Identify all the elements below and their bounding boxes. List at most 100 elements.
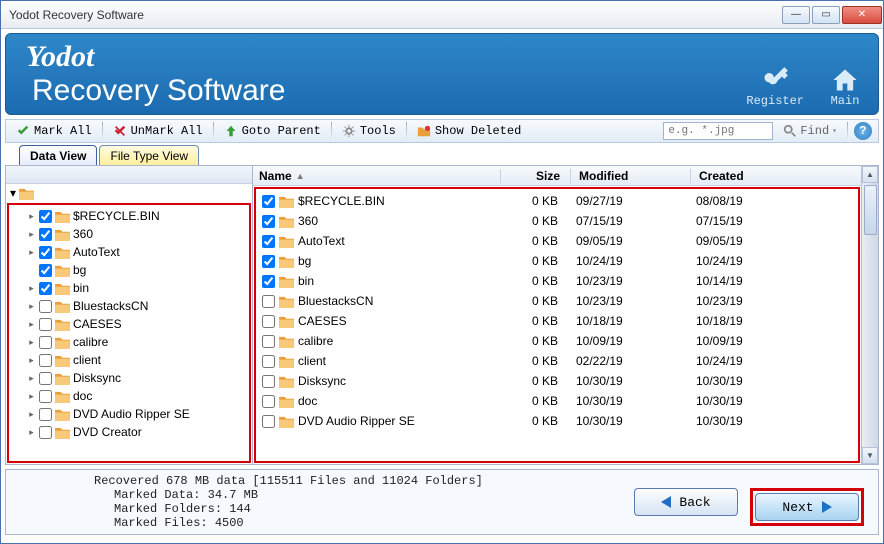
scroll-thumb[interactable] bbox=[864, 185, 877, 235]
list-checkbox[interactable] bbox=[262, 215, 275, 228]
expand-icon[interactable]: ▸ bbox=[27, 248, 36, 257]
list-item-created: 10/24/19 bbox=[688, 354, 858, 368]
expand-icon[interactable]: ▸ bbox=[27, 374, 36, 383]
tab-file-type-view[interactable]: File Type View bbox=[99, 145, 199, 165]
expand-icon[interactable]: ▸ bbox=[27, 410, 36, 419]
list-item-size: 0 KB bbox=[498, 334, 568, 348]
expand-icon[interactable]: ▸ bbox=[27, 428, 36, 437]
tree-checkbox[interactable] bbox=[39, 300, 52, 313]
window-controls: — ▭ ✕ bbox=[781, 4, 883, 26]
list-checkbox[interactable] bbox=[262, 235, 275, 248]
column-size[interactable]: Size bbox=[501, 169, 571, 183]
tree-item[interactable]: ▸CAESES bbox=[13, 315, 245, 333]
list-row[interactable]: bin0 KB10/23/1910/14/19 bbox=[256, 271, 858, 291]
back-button[interactable]: Back bbox=[634, 488, 738, 516]
tree-checkbox[interactable] bbox=[39, 210, 52, 223]
help-button[interactable]: ? bbox=[854, 122, 872, 140]
tree-item-label: calibre bbox=[73, 335, 108, 349]
list-checkbox[interactable] bbox=[262, 395, 275, 408]
list-checkbox[interactable] bbox=[262, 355, 275, 368]
list-checkbox[interactable] bbox=[262, 375, 275, 388]
expand-icon[interactable]: ▸ bbox=[27, 230, 36, 239]
tree-item[interactable]: ▸360 bbox=[13, 225, 245, 243]
column-modified[interactable]: Modified bbox=[571, 169, 691, 183]
list-row[interactable]: $RECYCLE.BIN0 KB09/27/1908/08/19 bbox=[256, 191, 858, 211]
column-created[interactable]: Created bbox=[691, 169, 861, 183]
tree-checkbox[interactable] bbox=[39, 354, 52, 367]
list-row[interactable]: client0 KB02/22/1910/24/19 bbox=[256, 351, 858, 371]
show-deleted-button[interactable]: Show Deleted bbox=[413, 122, 525, 140]
uncheck-icon bbox=[113, 124, 127, 138]
tree-checkbox[interactable] bbox=[39, 282, 52, 295]
main-button[interactable]: Main bbox=[830, 66, 860, 108]
register-button[interactable]: Register bbox=[746, 66, 804, 108]
tab-data-view[interactable]: Data View bbox=[19, 145, 97, 165]
tree-item[interactable]: ▸DVD Creator bbox=[13, 423, 245, 441]
close-button[interactable]: ✕ bbox=[842, 6, 882, 24]
list-row[interactable]: DVD Audio Ripper SE0 KB10/30/1910/30/19 bbox=[256, 411, 858, 431]
expand-icon[interactable]: ▸ bbox=[27, 302, 36, 311]
tree-checkbox[interactable] bbox=[39, 390, 52, 403]
expand-icon[interactable]: ▸ bbox=[27, 284, 36, 293]
scroll-down-button[interactable]: ▼ bbox=[862, 447, 878, 464]
tree-checkbox[interactable] bbox=[39, 246, 52, 259]
tree-item[interactable]: ▸$RECYCLE.BIN bbox=[13, 207, 245, 225]
list-row[interactable]: 3600 KB07/15/1907/15/19 bbox=[256, 211, 858, 231]
unmark-all-button[interactable]: UnMark All bbox=[109, 122, 207, 140]
list-item-created: 08/08/19 bbox=[688, 194, 858, 208]
tree-checkbox[interactable] bbox=[39, 264, 52, 277]
list-row[interactable]: calibre0 KB10/09/1910/09/19 bbox=[256, 331, 858, 351]
tree-checkbox[interactable] bbox=[39, 336, 52, 349]
list-checkbox[interactable] bbox=[262, 415, 275, 428]
expand-icon[interactable] bbox=[27, 266, 36, 275]
list-checkbox[interactable] bbox=[262, 295, 275, 308]
list-checkbox[interactable] bbox=[262, 315, 275, 328]
list-checkbox[interactable] bbox=[262, 255, 275, 268]
tree-checkbox[interactable] bbox=[39, 408, 52, 421]
list-checkbox[interactable] bbox=[262, 335, 275, 348]
tree-item[interactable]: ▸DVD Audio Ripper SE bbox=[13, 405, 245, 423]
tree-item[interactable]: ▸AutoText bbox=[13, 243, 245, 261]
tree-item[interactable]: ▸BluestacksCN bbox=[13, 297, 245, 315]
tree-item[interactable]: ▸ calibre bbox=[13, 333, 245, 351]
tabs: Data View File Type View bbox=[5, 145, 879, 165]
list-item-modified: 09/27/19 bbox=[568, 194, 688, 208]
tree-root[interactable]: ▾ bbox=[6, 184, 252, 202]
vertical-scrollbar[interactable]: ▲ ▼ bbox=[861, 166, 878, 464]
scroll-up-button[interactable]: ▲ bbox=[862, 166, 878, 183]
expand-icon[interactable]: ▸ bbox=[27, 356, 36, 365]
list-checkbox[interactable] bbox=[262, 195, 275, 208]
tree-item[interactable]: bg bbox=[13, 261, 245, 279]
tree-checkbox[interactable] bbox=[39, 426, 52, 439]
maximize-button[interactable]: ▭ bbox=[812, 6, 840, 24]
list-row[interactable]: bg0 KB10/24/1910/24/19 bbox=[256, 251, 858, 271]
tree-item[interactable]: ▸client bbox=[13, 351, 245, 369]
next-button[interactable]: Next bbox=[755, 493, 859, 521]
expand-icon[interactable]: ▸ bbox=[27, 320, 36, 329]
tree-checkbox[interactable] bbox=[39, 318, 52, 331]
list-row[interactable]: CAESES0 KB10/18/1910/18/19 bbox=[256, 311, 858, 331]
search-input[interactable] bbox=[663, 122, 773, 140]
list-row[interactable]: doc0 KB10/30/1910/30/19 bbox=[256, 391, 858, 411]
goto-parent-button[interactable]: Goto Parent bbox=[220, 122, 325, 140]
tree-item[interactable]: ▸Disksync bbox=[13, 369, 245, 387]
tree-checkbox[interactable] bbox=[39, 372, 52, 385]
expand-icon[interactable]: ▸ bbox=[27, 338, 36, 347]
tree-item[interactable]: ▸bin bbox=[13, 279, 245, 297]
home-icon bbox=[830, 66, 860, 94]
minimize-button[interactable]: — bbox=[782, 6, 810, 24]
tree-checkbox[interactable] bbox=[39, 228, 52, 241]
list-row[interactable]: AutoText0 KB09/05/1909/05/19 bbox=[256, 231, 858, 251]
list-item-modified: 09/05/19 bbox=[568, 234, 688, 248]
list-row[interactable]: Disksync0 KB10/30/1910/30/19 bbox=[256, 371, 858, 391]
list-item-name: DVD Audio Ripper SE bbox=[298, 414, 415, 428]
tools-button[interactable]: Tools bbox=[338, 122, 400, 140]
expand-icon[interactable]: ▸ bbox=[27, 392, 36, 401]
find-button[interactable]: Find ▾ bbox=[779, 122, 841, 140]
list-checkbox[interactable] bbox=[262, 275, 275, 288]
column-name[interactable]: Name▲ bbox=[253, 169, 501, 183]
list-row[interactable]: BluestacksCN0 KB10/23/1910/23/19 bbox=[256, 291, 858, 311]
expand-icon[interactable]: ▸ bbox=[27, 212, 36, 221]
mark-all-button[interactable]: Mark All bbox=[12, 122, 96, 140]
tree-item[interactable]: ▸doc bbox=[13, 387, 245, 405]
